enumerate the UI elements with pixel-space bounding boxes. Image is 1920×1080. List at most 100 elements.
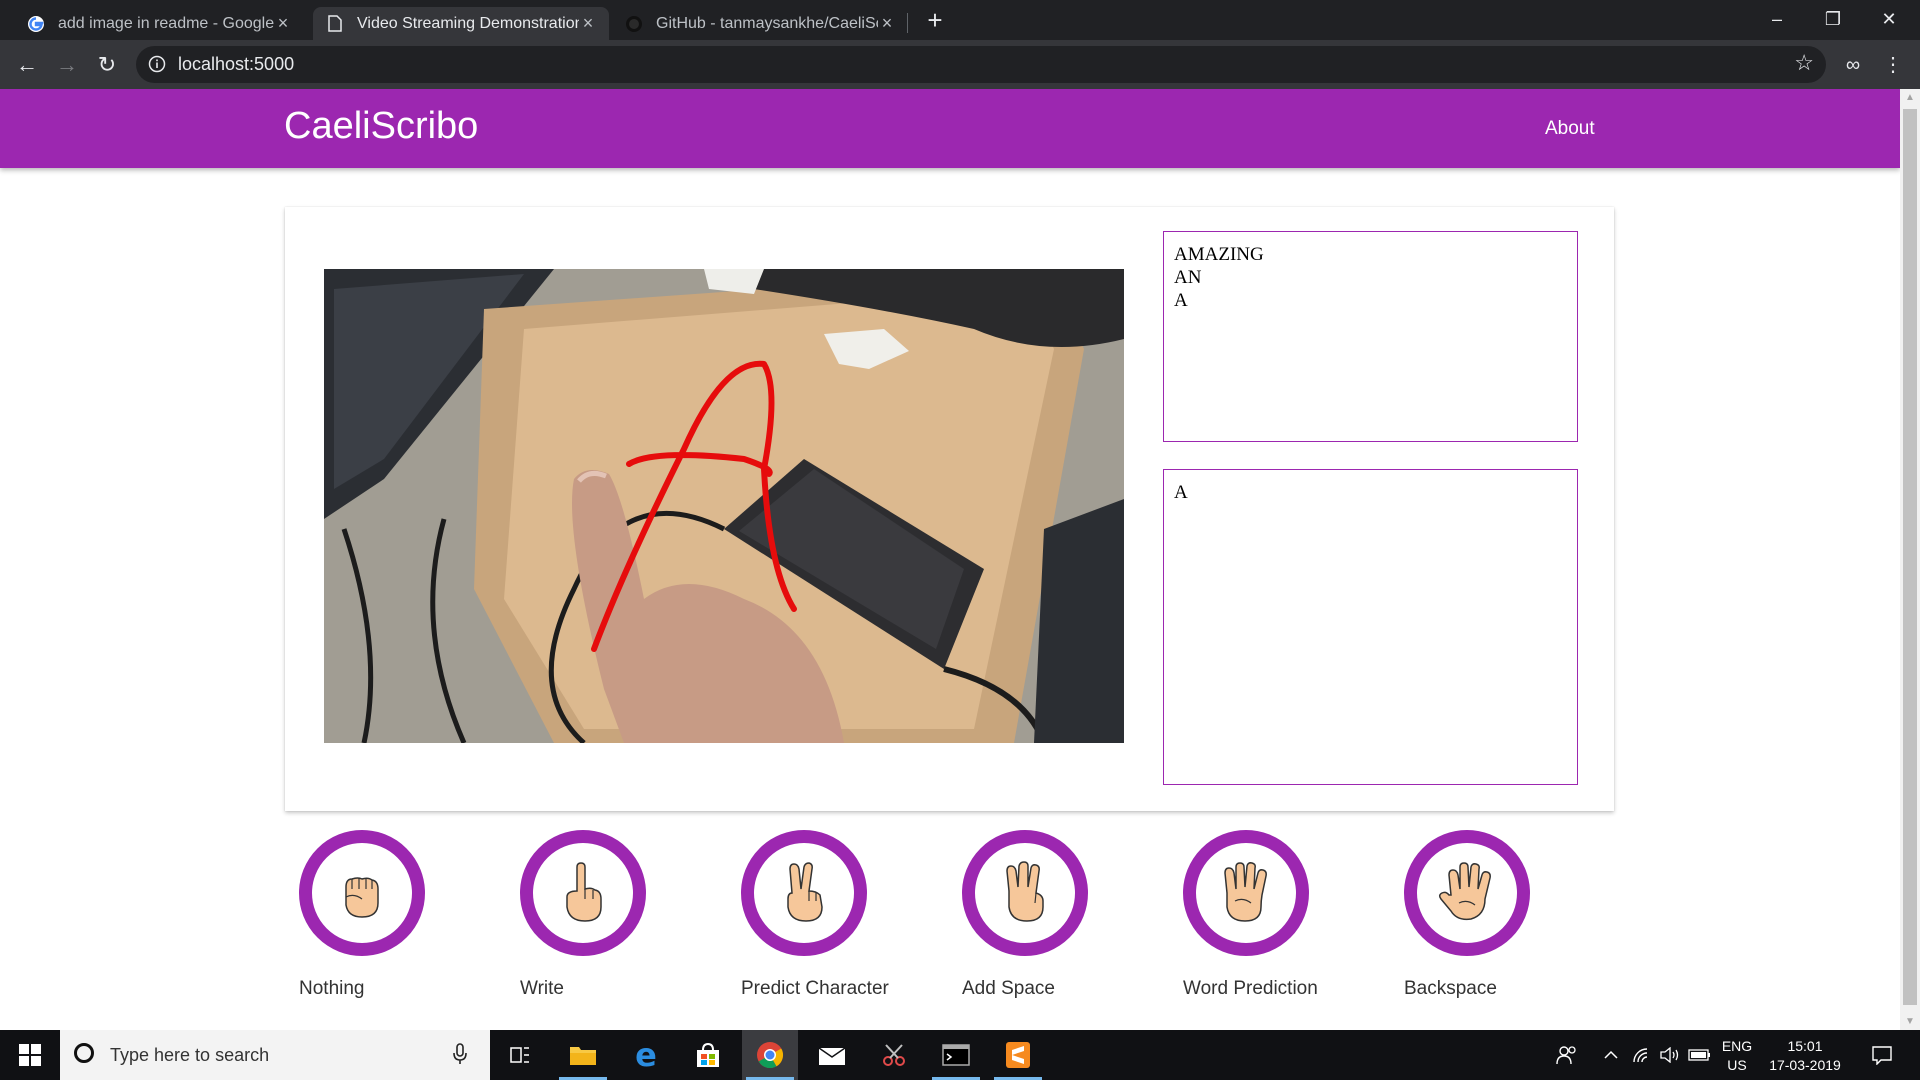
three-fingers-gesture-icon (1006, 861, 1044, 922)
tab-title: Video Streaming Demonstration (357, 14, 579, 32)
command-prompt-app[interactable] (928, 1030, 984, 1080)
browser-toolbar: ← → ↻ localhost:5000 ☆ ∞ ⋮ (0, 40, 1920, 89)
minimize-button[interactable]: – (1757, 4, 1797, 34)
taskbar-search-box[interactable]: Type here to search (60, 1030, 490, 1080)
output-text: A (1174, 482, 1188, 503)
terminal-icon (942, 1044, 970, 1066)
clock-date: 17-03-2019 (1769, 1057, 1841, 1073)
address-bar[interactable]: localhost:5000 ☆ (136, 46, 1826, 83)
scroll-up-arrow-icon[interactable]: ▲ (1900, 89, 1920, 106)
tab-separator (907, 13, 908, 33)
chrome-icon (757, 1042, 784, 1069)
incognito-extension-icon[interactable]: ∞ (1838, 50, 1868, 80)
close-tab-icon[interactable]: × (274, 13, 292, 34)
show-hidden-icons-chevron-icon[interactable] (1598, 1030, 1624, 1080)
task-view-icon (510, 1047, 529, 1063)
language-region: US (1727, 1057, 1747, 1073)
taskbar-clock[interactable]: 15:01 17-03-2019 (1760, 1037, 1850, 1075)
sublime-text-icon (1006, 1042, 1030, 1068)
url-text: localhost:5000 (178, 54, 295, 74)
gesture-legend: Nothing Write Predict Character Add Spac… (0, 830, 1900, 1030)
clock-time: 15:01 (1787, 1038, 1823, 1054)
reload-button[interactable]: ↻ (90, 48, 124, 82)
page-icon (325, 14, 345, 34)
file-explorer-app[interactable] (555, 1030, 611, 1080)
info-icon[interactable] (148, 55, 166, 73)
snipping-tool-app[interactable] (866, 1030, 922, 1080)
language-code: ENG (1721, 1038, 1753, 1054)
google-icon (26, 14, 46, 34)
start-button[interactable] (0, 1030, 60, 1080)
scissors-icon (883, 1044, 905, 1066)
store-bag-icon (697, 1042, 719, 1067)
suggestion-line: A (1174, 290, 1188, 311)
microphone-icon[interactable] (452, 1042, 468, 1066)
page-viewport: CaeliScribo About AMAZING AN A A Nothing… (0, 89, 1900, 1030)
tab-video-streaming[interactable]: Video Streaming Demonstration × (313, 7, 609, 40)
mail-app[interactable] (804, 1030, 860, 1080)
new-tab-button[interactable]: + (922, 6, 948, 34)
wifi-icon[interactable] (1628, 1030, 1656, 1080)
gesture-label: Word Prediction (1183, 978, 1318, 999)
suggestion-line: AN (1174, 267, 1202, 288)
main-card: AMAZING AN A A (285, 207, 1614, 811)
edge-app[interactable]: e (618, 1030, 674, 1080)
app-header: CaeliScribo About (0, 89, 1900, 168)
page-scrollbar[interactable]: ▲ ▼ (1900, 89, 1920, 1030)
tab-github[interactable]: GitHub - tanmaysankhe/CaeliScr × (612, 7, 908, 40)
browser-tab-strip: add image in readme - Google S × Video S… (0, 0, 1920, 40)
camera-feed-image (324, 269, 1124, 743)
video-stream (324, 269, 1124, 743)
scroll-thumb[interactable] (1903, 109, 1917, 1005)
back-button[interactable]: ← (10, 48, 44, 82)
gesture-icon-ring (1183, 830, 1309, 956)
output-text-box[interactable]: A (1163, 469, 1578, 785)
close-tab-icon[interactable]: × (579, 13, 597, 34)
chrome-app[interactable] (742, 1030, 798, 1080)
scroll-down-arrow-icon[interactable]: ▼ (1900, 1013, 1920, 1030)
cortana-icon[interactable] (74, 1043, 94, 1063)
bookmark-star-icon[interactable]: ☆ (1794, 50, 1814, 76)
windows-taskbar: Type here to search e ENG US 15:01 17-03… (0, 1030, 1920, 1080)
windows-logo-icon (19, 1044, 41, 1066)
battery-icon[interactable] (1686, 1030, 1714, 1080)
gesture-icon-ring (962, 830, 1088, 956)
gesture-icon-ring (1404, 830, 1530, 956)
github-icon (624, 14, 644, 34)
nav-about-link[interactable]: About (1545, 118, 1595, 140)
task-view-button[interactable] (492, 1030, 548, 1080)
tab-google-search[interactable]: add image in readme - Google S × (14, 7, 304, 40)
folder-icon (570, 1047, 596, 1065)
people-icon[interactable] (1550, 1030, 1584, 1080)
volume-icon[interactable] (1656, 1030, 1684, 1080)
gesture-icon-ring (299, 830, 425, 956)
mail-icon (818, 1047, 846, 1065)
fist-gesture-icon (345, 877, 379, 918)
gesture-icon-ring (520, 830, 646, 956)
notification-center-icon[interactable] (1862, 1030, 1902, 1080)
forward-button[interactable]: → (50, 48, 84, 82)
word-suggestions-box[interactable]: AMAZING AN A (1163, 231, 1578, 442)
suggestion-line: AMAZING (1174, 244, 1264, 265)
one-finger-gesture-icon (566, 862, 602, 922)
gesture-label: Add Space (962, 978, 1055, 999)
browser-menu-icon[interactable]: ⋮ (1878, 50, 1908, 80)
store-app[interactable] (680, 1030, 736, 1080)
four-fingers-gesture-icon (1224, 862, 1267, 922)
gesture-icon-ring (741, 830, 867, 956)
restore-button[interactable]: ❐ (1813, 4, 1853, 34)
two-fingers-gesture-icon (787, 862, 823, 922)
close-tab-icon[interactable]: × (878, 13, 896, 34)
brand-title[interactable]: CaeliScribo (284, 105, 478, 148)
tab-title: GitHub - tanmaysankhe/CaeliScr (656, 14, 878, 32)
gesture-label: Backspace (1404, 978, 1497, 999)
search-placeholder: Type here to search (110, 1045, 270, 1065)
input-language-indicator[interactable]: ENG US (1715, 1037, 1759, 1075)
sublime-text-app[interactable] (990, 1030, 1046, 1080)
gesture-label: Write (520, 978, 564, 999)
tab-title: add image in readme - Google S (58, 14, 274, 32)
edge-icon: e (635, 1036, 657, 1074)
open-palm-gesture-icon (1438, 862, 1491, 921)
gesture-label: Predict Character (741, 978, 889, 999)
close-window-button[interactable]: ✕ (1869, 4, 1909, 34)
